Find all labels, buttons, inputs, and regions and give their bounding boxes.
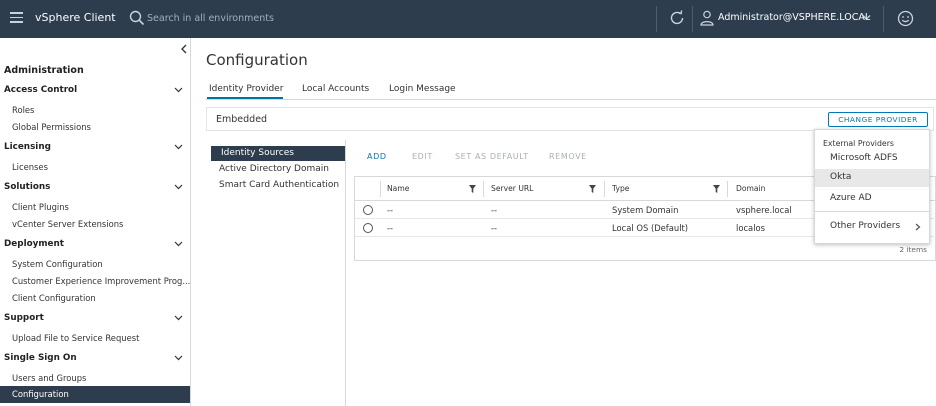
subnav-label: Identity Sources (221, 148, 294, 158)
chevron-down-icon[interactable] (174, 87, 183, 93)
sidebar-item-users-and-groups[interactable]: Users and Groups (12, 373, 86, 383)
collapse-sidebar-icon[interactable] (180, 44, 188, 54)
row-radio[interactable] (363, 223, 373, 233)
dropdown-item-microsoft-adfs[interactable]: Microsoft ADFS (815, 150, 929, 168)
header-divider (883, 6, 884, 32)
dropdown-header: External Providers (823, 139, 894, 148)
sidebar-section-licensing[interactable]: Licensing (4, 142, 51, 152)
sidebar-title: Administration (4, 65, 84, 76)
chevron-right-icon (915, 223, 921, 231)
provider-label: Embedded (216, 114, 268, 125)
dropdown-item-okta[interactable]: Okta (815, 169, 929, 187)
header-divider (656, 6, 657, 32)
header-divider (692, 6, 693, 32)
page-title: Configuration (206, 51, 308, 69)
cell-type: System Domain (612, 205, 679, 215)
sidebar-section-single-sign-on[interactable]: Single Sign On (4, 353, 77, 363)
feedback-smiley-icon[interactable] (897, 10, 914, 27)
sidebar-item-licenses[interactable]: Licenses (12, 162, 48, 172)
menu-icon[interactable] (10, 12, 23, 23)
sidebar-item-label: Configuration (12, 389, 69, 399)
change-provider-dropdown: External Providers Microsoft ADFS Okta A… (814, 129, 930, 244)
sidebar-item-global-permissions[interactable]: Global Permissions (12, 122, 91, 132)
cell-domain: localos (736, 223, 766, 233)
column-separator (727, 181, 728, 197)
user-icon[interactable] (700, 10, 714, 26)
column-separator (380, 181, 381, 197)
sidebar-section-solutions[interactable]: Solutions (4, 182, 50, 192)
dropdown-separator (815, 211, 929, 212)
sidebar-section-deployment[interactable]: Deployment (4, 239, 64, 249)
filter-icon[interactable] (713, 185, 720, 193)
column-separator (604, 181, 605, 197)
global-search-input[interactable] (147, 11, 447, 26)
refresh-icon[interactable] (668, 9, 686, 27)
dropdown-item-label: Microsoft ADFS (830, 153, 898, 163)
tab-identity-provider[interactable]: Identity Provider (209, 84, 283, 94)
dropdown-item-label: Okta (830, 172, 852, 182)
cell-domain: vsphere.local (736, 205, 792, 215)
top-header: vSphere Client Administrator@VSPHERE.LOC… (0, 0, 936, 38)
sidebar-item-upload-file[interactable]: Upload File to Service Request (12, 333, 139, 343)
sidebar-section-access-control[interactable]: Access Control (4, 85, 77, 95)
set-as-default-button[interactable]: SET AS DEFAULT (455, 152, 529, 161)
subnav-active-directory-domain[interactable]: Active Directory Domain (219, 164, 329, 174)
sidebar-item-client-plugins[interactable]: Client Plugins (12, 202, 69, 212)
sidebar-item-system-configuration[interactable]: System Configuration (12, 259, 103, 269)
subnav-identity-sources[interactable]: Identity Sources (211, 146, 345, 161)
filter-icon[interactable] (469, 185, 476, 193)
dropdown-item-azure-ad[interactable]: Azure AD (815, 190, 929, 208)
sidebar-item-configuration[interactable]: Configuration (0, 386, 190, 403)
cell-type: Local OS (Default) (612, 223, 689, 233)
chevron-down-icon[interactable] (174, 355, 183, 361)
column-header-server-url[interactable]: Server URL (491, 184, 533, 193)
column-separator (483, 181, 484, 197)
add-button[interactable]: ADD (367, 152, 387, 161)
chevron-down-icon[interactable] (174, 241, 183, 247)
edit-button[interactable]: EDIT (412, 152, 433, 161)
dropdown-item-label: Azure AD (830, 193, 872, 203)
row-radio[interactable] (363, 205, 373, 215)
chevron-down-icon[interactable] (174, 184, 183, 190)
sidebar-item-roles[interactable]: Roles (12, 105, 34, 115)
chevron-down-icon[interactable] (862, 14, 871, 21)
cell-server-url: -- (491, 205, 498, 215)
change-provider-button[interactable]: CHANGE PROVIDER (828, 112, 928, 127)
sidebar-item-client-configuration[interactable]: Client Configuration (12, 293, 96, 303)
column-header-type[interactable]: Type (612, 184, 629, 193)
user-menu[interactable]: Administrator@VSPHERE.LOCAL (718, 12, 870, 23)
app-title[interactable]: vSphere Client (35, 11, 116, 24)
column-header-name[interactable]: Name (387, 184, 409, 193)
subnav-smart-card-authentication[interactable]: Smart Card Authentication (219, 180, 339, 190)
cell-name: -- (387, 205, 394, 215)
cell-server-url: -- (491, 223, 498, 233)
dropdown-item-other-providers[interactable]: Other Providers (815, 218, 929, 236)
sidebar-item-vcenter-server-extensions[interactable]: vCenter Server Extensions (12, 219, 123, 229)
chevron-down-icon[interactable] (174, 315, 183, 321)
chevron-down-icon[interactable] (174, 144, 183, 150)
sidebar-item-customer-experience[interactable]: Customer Experience Improvement Prog... (12, 276, 190, 286)
sidebar-section-support[interactable]: Support (4, 313, 44, 323)
provider-bar: Embedded (206, 107, 934, 131)
cell-name: -- (387, 223, 394, 233)
tab-local-accounts[interactable]: Local Accounts (302, 84, 369, 94)
items-count: 2 items (899, 245, 927, 254)
filter-icon[interactable] (589, 185, 596, 193)
sidebar: Administration Access Control Roles Glob… (0, 38, 191, 406)
remove-button[interactable]: REMOVE (549, 152, 587, 161)
tab-login-message[interactable]: Login Message (389, 84, 456, 94)
column-header-domain[interactable]: Domain (736, 184, 765, 193)
dropdown-item-label: Other Providers (830, 221, 901, 231)
subnav-divider (345, 140, 346, 406)
tabs-divider (206, 99, 936, 100)
search-icon (129, 10, 145, 26)
